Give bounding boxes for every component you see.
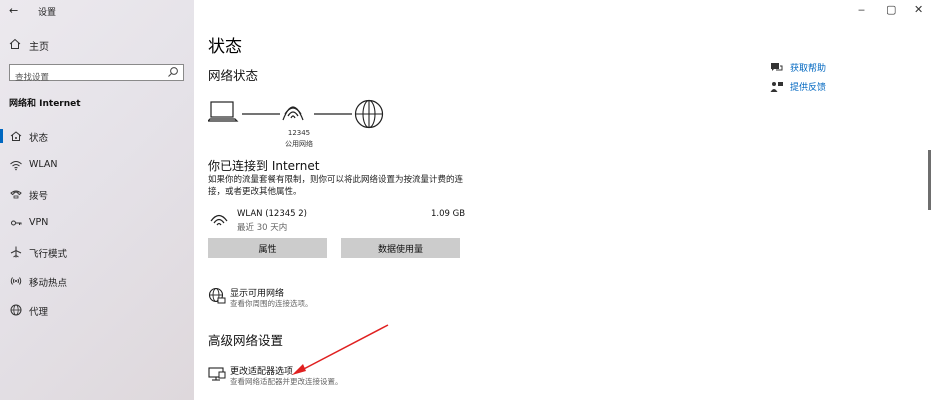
annotation-arrow [292,324,389,375]
